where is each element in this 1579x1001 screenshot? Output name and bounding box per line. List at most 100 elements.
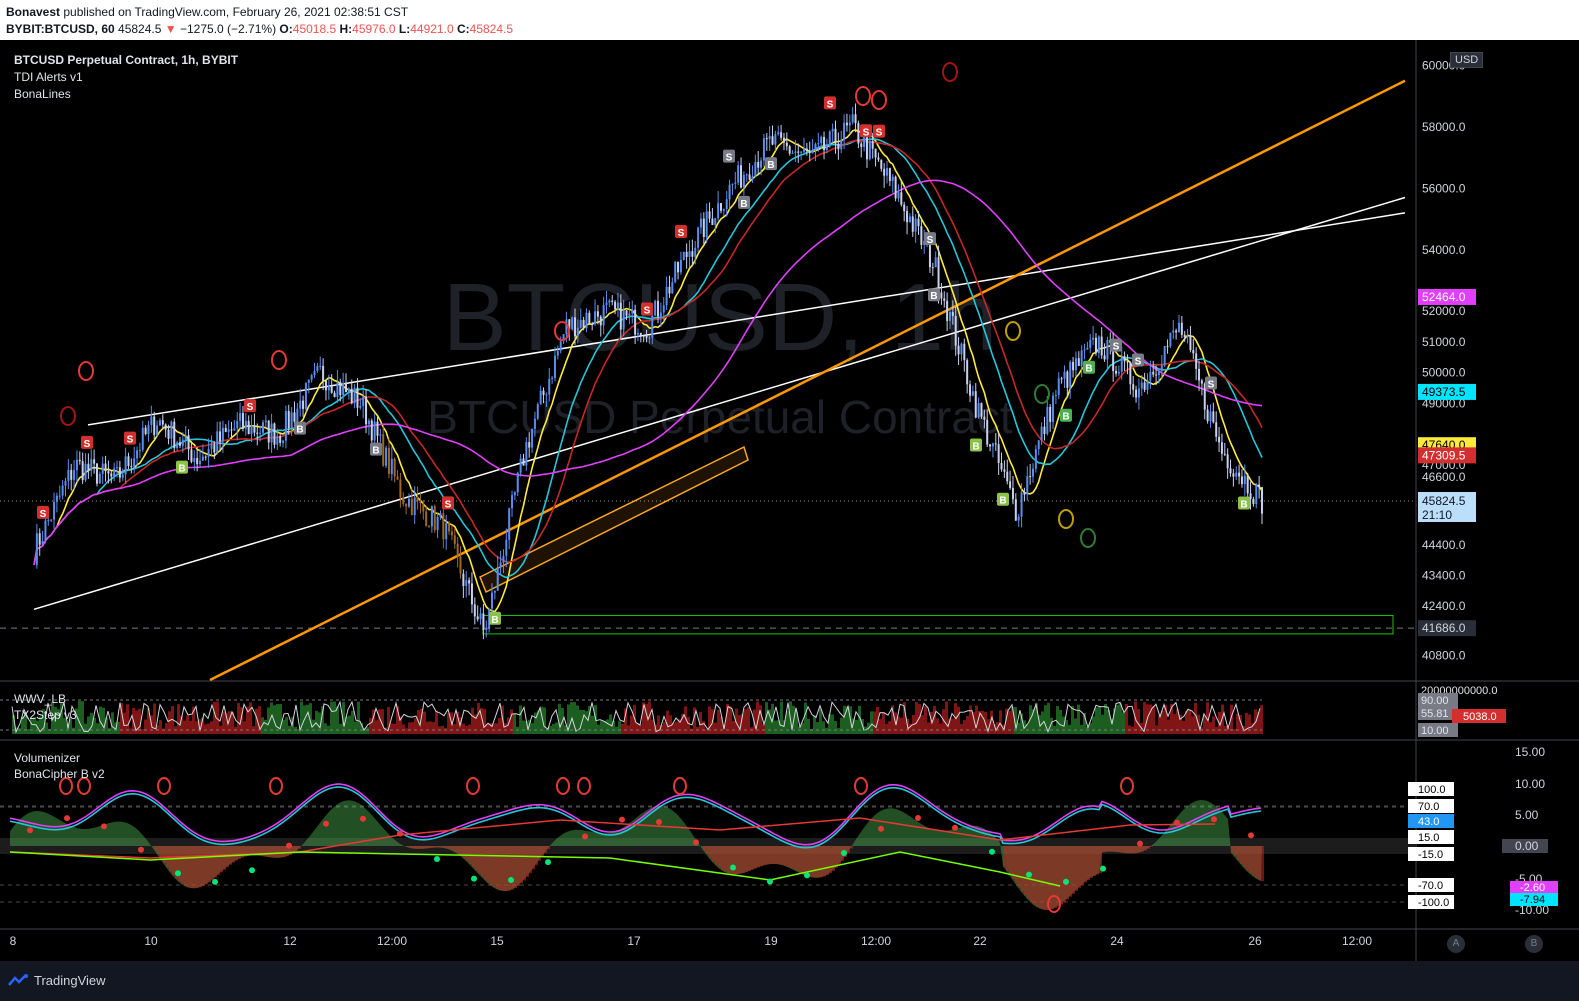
cipher-wave-neg — [1066, 846, 1069, 900]
candle-body — [599, 316, 602, 326]
indicator-wwv[interactable]: WWV_LB — [14, 692, 66, 706]
indicator-tx2step[interactable]: TX2Step v3 — [14, 708, 77, 722]
cipher-wave-neg — [172, 846, 175, 876]
main-price-pane[interactable]: SS SSSSSSS SSSSSSBBBBBBBBBBBB — [0, 62, 1416, 682]
candle-body — [834, 128, 837, 144]
candle-body — [493, 590, 496, 593]
cipher-dot — [915, 815, 921, 822]
candle-body — [622, 310, 625, 330]
candle-body — [991, 443, 994, 447]
candle-body — [1252, 498, 1255, 504]
candle-body — [894, 176, 897, 199]
cipher-wave-neg — [472, 846, 475, 868]
wwv-bar — [543, 707, 546, 734]
cipher-wave-neg — [430, 846, 433, 848]
pane2-tag-label: 5038.0 — [1463, 711, 1497, 723]
indicator-bonalines[interactable]: BonaLines — [14, 87, 71, 101]
candle-body — [1240, 476, 1243, 485]
buy-signal-label: B — [1085, 364, 1092, 375]
cipher-wave-neg — [793, 846, 796, 870]
candle-body — [339, 382, 342, 395]
log-scale-button[interactable]: B — [1525, 935, 1543, 953]
wwv-bar — [981, 710, 984, 734]
wwv-bar — [1248, 714, 1251, 734]
sell-signal-label: S — [1208, 379, 1215, 390]
cipher-wave-neg — [769, 846, 772, 865]
cipher-wave-neg — [1078, 846, 1081, 888]
cipher-dot — [619, 816, 625, 823]
wwv-bar — [591, 715, 594, 734]
candle-body — [407, 498, 410, 507]
auto-scale-button[interactable]: A — [1447, 935, 1465, 953]
time-axis-label: 15 — [490, 934, 504, 948]
wwv-bar — [1209, 722, 1212, 734]
candle-body — [1043, 426, 1046, 434]
oscillator-pane-wwv[interactable]: 20000000000.090.0055.8110.005038.0 — [0, 683, 1506, 737]
wwv-bar — [108, 728, 111, 734]
candle-body — [817, 143, 820, 145]
wwv-bar — [222, 711, 225, 734]
cipher-wave-neg — [466, 846, 469, 862]
candle-body — [98, 473, 101, 484]
wwv-bar — [957, 706, 960, 734]
candle-body — [1157, 370, 1160, 375]
candle-body — [805, 148, 808, 152]
indicator-volumenizer[interactable]: Volumenizer — [14, 751, 80, 765]
candle-body — [213, 444, 216, 453]
oscillator-pane-cipher[interactable]: 15.0010.005.000.00-5.00-10.00100.070.043… — [0, 745, 1558, 917]
candle-body — [677, 261, 680, 273]
wwv-bar — [1068, 724, 1071, 734]
candle-body — [1060, 378, 1063, 380]
wwv-bar — [837, 727, 840, 734]
candle-body — [762, 138, 765, 161]
candle-body — [219, 431, 222, 442]
publisher-name[interactable]: Bonavest — [6, 5, 60, 19]
wwv-bar — [405, 728, 408, 734]
high-label: H: — [339, 22, 353, 36]
candle-body — [273, 423, 276, 445]
indicator-tdi[interactable]: TDI Alerts v1 — [14, 70, 83, 84]
candle-body — [101, 463, 104, 474]
wwv-bar — [195, 721, 198, 734]
candle-body — [1186, 336, 1189, 338]
cipher-circle-marker — [854, 777, 868, 795]
wwv-bar — [549, 725, 552, 734]
cipher-wave-neg — [523, 846, 526, 881]
cipher-wave-neg — [1087, 846, 1090, 880]
candle-body — [164, 424, 167, 430]
cipher-wave-neg — [1246, 846, 1249, 871]
candle-body — [803, 148, 806, 152]
candle-body — [545, 394, 548, 396]
wwv-bar — [1167, 719, 1170, 734]
chart-canvas[interactable]: BTCUSD, 1h BTCUSD Perpetual Contract SS S… — [0, 40, 1579, 961]
sell-signal-label: S — [644, 306, 651, 317]
candle-body — [78, 459, 81, 462]
sell-signal-label: S — [84, 439, 91, 450]
candle-body — [860, 143, 863, 147]
candle-body — [184, 435, 187, 440]
chart-area[interactable]: BTCUSD, 1h BTCUSD Perpetual Contract SSS… — [0, 40, 1579, 961]
candle-body — [347, 388, 350, 393]
candle-body — [1077, 358, 1080, 366]
cipher-wave-neg — [181, 846, 184, 884]
indicator-bonacipher[interactable]: BonaCipher B v2 — [14, 767, 105, 781]
pane3-tag-cyan-label: -7.94 — [1520, 894, 1545, 906]
candle-body — [1029, 476, 1032, 478]
tradingview-brand[interactable]: TradingView — [34, 973, 106, 988]
candle-body — [1135, 389, 1138, 398]
wwv-bar — [432, 722, 435, 734]
candle-body — [1166, 346, 1169, 348]
candle-body — [1212, 411, 1215, 423]
candle-body — [576, 327, 579, 337]
candle-body — [1177, 322, 1180, 333]
cipher-wave-neg — [502, 846, 505, 891]
chart-title[interactable]: BTCUSD Perpetual Contract, 1h, BYBIT — [14, 53, 238, 67]
candle-body — [788, 146, 791, 154]
cipher-dot — [693, 839, 699, 846]
candle-body — [571, 317, 574, 330]
cipher-wave-neg — [436, 846, 439, 848]
currency-button[interactable]: USD — [1450, 52, 1484, 68]
price-axis-label: 54000.0 — [1422, 243, 1466, 257]
candle-body — [1200, 380, 1203, 384]
cipher-circle-marker — [577, 777, 591, 795]
